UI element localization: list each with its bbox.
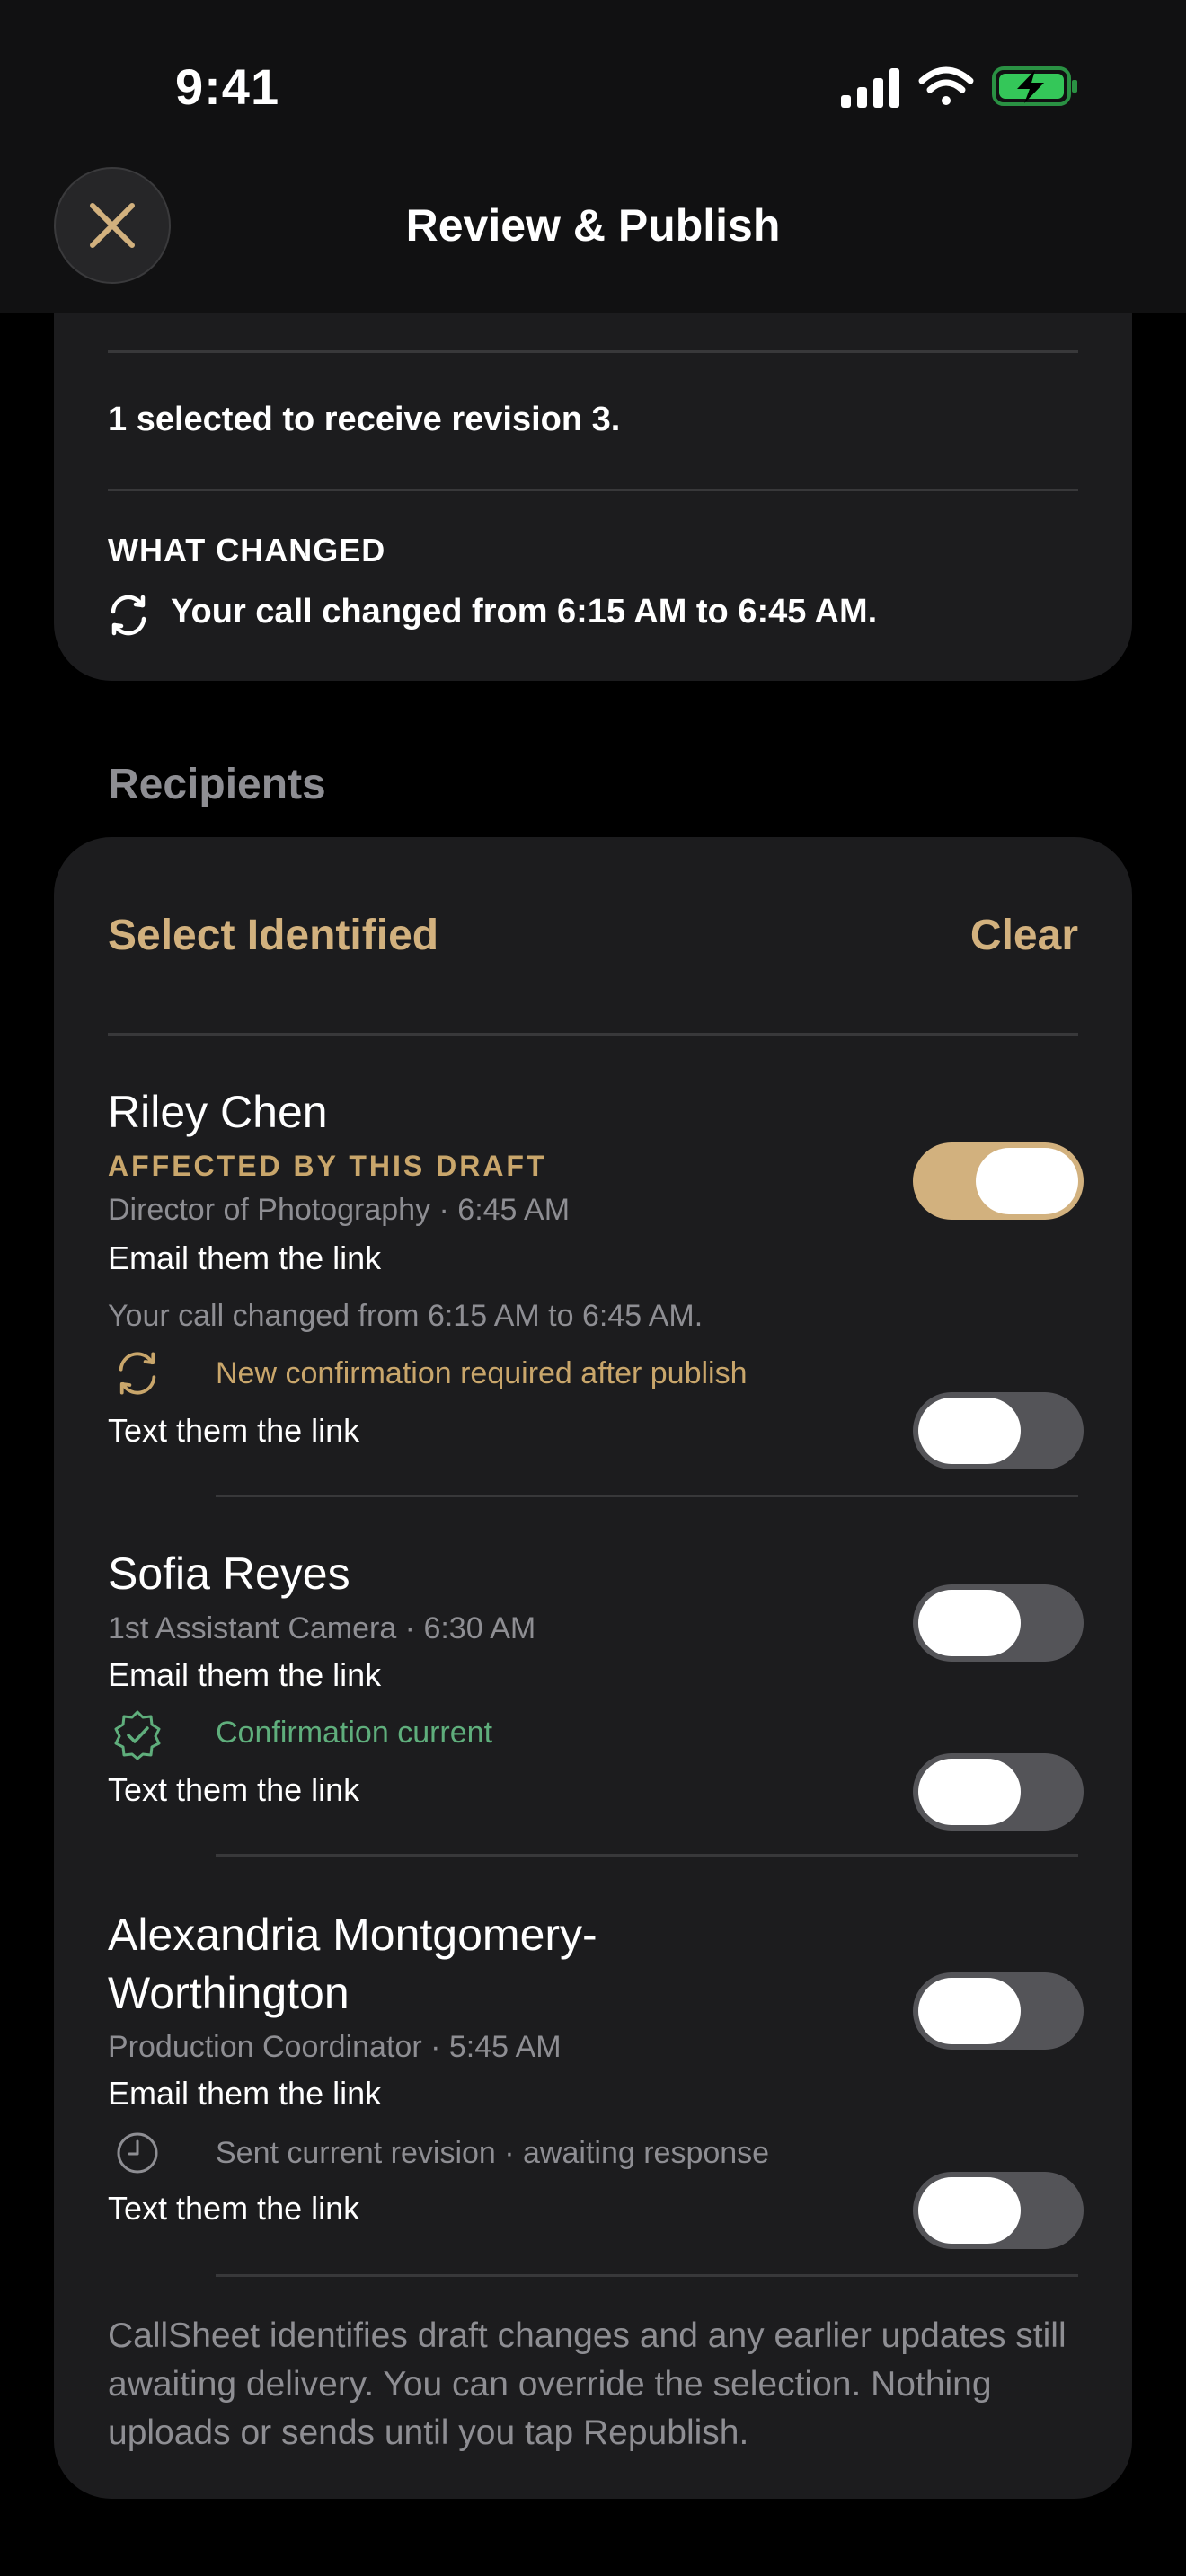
clock-icon <box>117 2132 158 2174</box>
recipient-role-time: 1st Assistant Camera · 6:30 AM <box>108 1611 536 1645</box>
email-link-toggle[interactable] <box>913 1972 1084 2050</box>
text-link-toggle[interactable] <box>913 1392 1084 1469</box>
refresh-icon <box>119 1352 156 1395</box>
refresh-icon <box>111 595 146 636</box>
toggle-knob <box>918 1590 1021 1656</box>
affected-badge: AFFECTED BY THIS DRAFT <box>108 1150 547 1182</box>
change-note: Your call changed from 6:15 AM to 6:45 A… <box>108 1299 704 1333</box>
text-link-label: Text them the link <box>108 1412 360 1449</box>
email-link-toggle[interactable] <box>913 1142 1084 1220</box>
divider <box>216 2274 1078 2277</box>
toggle-knob <box>918 2177 1021 2244</box>
what-changed-heading: WHAT CHANGED <box>108 532 386 569</box>
text-link-toggle[interactable] <box>913 2172 1084 2249</box>
verified-seal-icon <box>114 1710 161 1760</box>
divider <box>108 489 1078 491</box>
text-link-label: Text them the link <box>108 2190 360 2227</box>
text-link-toggle[interactable] <box>913 1753 1084 1831</box>
recipient-name: Sofia Reyes <box>108 1548 350 1599</box>
toggle-knob <box>918 1759 1021 1825</box>
confirmation-status: New confirmation required after publish <box>216 1356 748 1390</box>
battery-charging-icon <box>992 66 1077 106</box>
summary-card: 1 selected to receive revision 3. WHAT C… <box>54 313 1132 681</box>
wifi-icon <box>918 66 974 105</box>
email-link-toggle[interactable] <box>913 1584 1084 1662</box>
footer-note: CallSheet identifies draft changes and a… <box>108 2316 1067 2452</box>
page-title: Review & Publish <box>405 200 781 251</box>
recipient-role-time: Production Coordinator · 5:45 AM <box>108 2030 562 2064</box>
email-link-label: Email them the link <box>108 2075 382 2112</box>
divider <box>216 1854 1078 1857</box>
toggle-knob <box>976 1148 1078 1214</box>
recipients-section-title: Recipients <box>108 761 326 808</box>
status-time: 9:41 <box>175 58 280 115</box>
clear-button[interactable]: Clear <box>970 911 1078 960</box>
divider <box>108 1033 1078 1036</box>
recipients-card: Select Identified Clear Riley Chen AFFEC… <box>54 837 1132 2499</box>
change-summary-text: Your call changed from 6:15 AM to 6:45 A… <box>171 593 878 631</box>
divider <box>108 350 1078 353</box>
cellular-signal-icon <box>841 68 899 108</box>
email-link-label: Email them the link <box>108 1656 382 1693</box>
recipient-name: Riley Chen <box>108 1087 328 1137</box>
recipient-role-time: Director of Photography · 6:45 AM <box>108 1193 571 1227</box>
divider <box>216 1495 1078 1497</box>
confirmation-status: Sent current revision · awaiting respons… <box>216 2136 770 2170</box>
toggle-knob <box>918 1398 1021 1464</box>
status-bar: 9:41 <box>0 0 1186 171</box>
text-link-label: Text them the link <box>108 1771 360 1808</box>
status-icons <box>841 66 1077 108</box>
toggle-knob <box>918 1978 1021 2044</box>
confirmation-status: Confirmation current <box>216 1716 493 1750</box>
email-link-label: Email them the link <box>108 1239 382 1276</box>
select-identified-button[interactable]: Select Identified <box>108 911 438 960</box>
selected-count-text: 1 selected to receive revision 3. <box>108 401 621 438</box>
recipient-name: Alexandria Montgomery-Worthington <box>108 1910 597 2018</box>
